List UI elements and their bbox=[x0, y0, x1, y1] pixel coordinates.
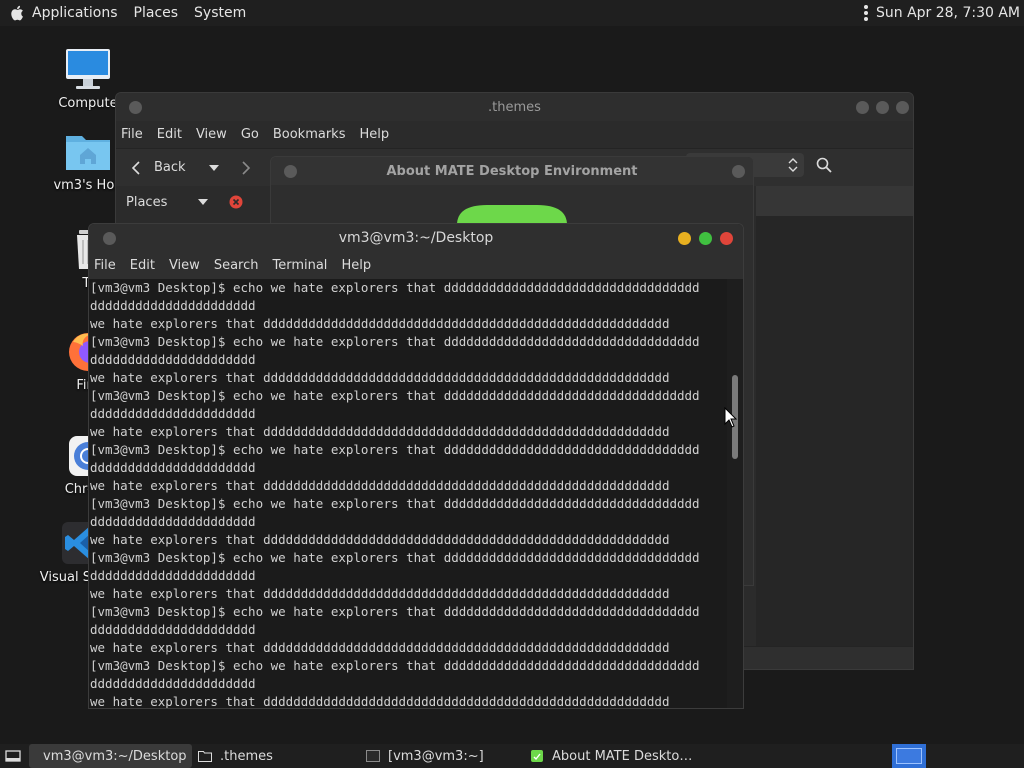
terminal-line: [vm3@vm3 Desktop]$ echo we hate explorer… bbox=[90, 442, 700, 457]
search-icon[interactable] bbox=[816, 157, 832, 173]
menu-search[interactable]: Search bbox=[214, 258, 259, 273]
titlebar[interactable]: vm3@vm3:~/Desktop bbox=[89, 224, 743, 252]
taskbar-item-label: .themes bbox=[220, 748, 273, 764]
taskbar-item-label: vm3@vm3:~/Desktop bbox=[43, 748, 187, 764]
window-title: About MATE Desktop Environment bbox=[386, 163, 638, 179]
menubar: File Edit View Go Bookmarks Help bbox=[116, 121, 913, 148]
terminal-line: dddddddddddddddddddddd bbox=[90, 568, 256, 583]
mouse-cursor-icon bbox=[724, 407, 738, 428]
maximize-button[interactable] bbox=[699, 232, 712, 245]
places-label[interactable]: Places bbox=[126, 195, 167, 210]
more-options-icon[interactable] bbox=[863, 5, 868, 21]
terminal-line: we hate explorers that ddddddddddddddddd… bbox=[90, 640, 670, 655]
workspace-1[interactable] bbox=[896, 748, 922, 764]
terminal-line: [vm3@vm3 Desktop]$ echo we hate explorer… bbox=[90, 334, 700, 349]
terminal-line: dddddddddddddddddddddd bbox=[90, 406, 256, 421]
spin-arrows-icon[interactable] bbox=[788, 157, 798, 173]
mate-logo-icon bbox=[457, 205, 567, 225]
top-panel: Applications Places System Sun Apr 28, 7… bbox=[0, 0, 1024, 26]
taskbar-item-terminal-desktop[interactable]: vm3@vm3:~/Desktop bbox=[29, 744, 192, 768]
window-menu-icon[interactable] bbox=[129, 101, 142, 114]
terminal-line: we hate explorers that ddddddddddddddddd… bbox=[90, 316, 670, 331]
terminal-line: [vm3@vm3 Desktop]$ echo we hate explorer… bbox=[90, 496, 700, 511]
terminal-line: we hate explorers that ddddddddddddddddd… bbox=[90, 424, 670, 439]
file-view-header bbox=[756, 186, 913, 216]
terminal-line: dddddddddddddddddddddd bbox=[90, 298, 256, 313]
terminal-line: [vm3@vm3 Desktop]$ echo we hate explorer… bbox=[90, 280, 700, 295]
menu-view[interactable]: View bbox=[196, 127, 227, 142]
close-button[interactable] bbox=[896, 101, 909, 114]
menu-view[interactable]: View bbox=[169, 258, 200, 273]
terminal-line: we hate explorers that ddddddddddddddddd… bbox=[90, 532, 670, 547]
menu-help[interactable]: Help bbox=[341, 258, 371, 273]
system-menu[interactable]: System bbox=[194, 5, 246, 21]
menu-file[interactable]: File bbox=[121, 127, 143, 142]
menubar: File Edit View Search Terminal Help bbox=[89, 252, 743, 279]
close-button[interactable] bbox=[720, 232, 733, 245]
titlebar[interactable]: About MATE Desktop Environment bbox=[271, 157, 753, 185]
minimize-button[interactable] bbox=[856, 101, 869, 114]
clock[interactable]: Sun Apr 28, 7:30 AM bbox=[876, 5, 1020, 21]
terminal-line: dddddddddddddddddddddd bbox=[90, 352, 256, 367]
window-menu-icon[interactable] bbox=[284, 165, 297, 178]
window-title: .themes bbox=[488, 99, 541, 115]
computer-icon bbox=[66, 49, 110, 89]
home-folder-icon bbox=[66, 136, 110, 170]
back-history-chevron-icon[interactable] bbox=[208, 164, 220, 172]
file-view[interactable] bbox=[756, 216, 913, 646]
minimize-button[interactable] bbox=[678, 232, 691, 245]
terminal-line: [vm3@vm3 Desktop]$ echo we hate explorer… bbox=[90, 604, 700, 619]
close-sidebar-icon[interactable] bbox=[229, 195, 243, 209]
menu-file[interactable]: File bbox=[94, 258, 116, 273]
menu-go[interactable]: Go bbox=[241, 127, 259, 142]
back-arrow-icon[interactable] bbox=[130, 160, 142, 176]
terminal-line: dddddddddddddddddddddd bbox=[90, 622, 256, 637]
taskbar-item-terminal-home[interactable]: [vm3@vm3:~] bbox=[360, 744, 524, 768]
taskbar-item-themes[interactable]: .themes bbox=[192, 744, 360, 768]
taskbar-item-label: About MATE Deskto… bbox=[552, 748, 693, 764]
terminal-icon bbox=[366, 750, 380, 762]
window-menu-icon[interactable] bbox=[103, 232, 116, 245]
workspace-switcher[interactable] bbox=[892, 744, 926, 768]
terminal-line: [vm3@vm3 Desktop]$ echo we hate explorer… bbox=[90, 658, 700, 673]
back-button[interactable]: Back bbox=[154, 160, 186, 175]
menu-edit[interactable]: Edit bbox=[157, 127, 182, 142]
terminal-line: dddddddddddddddddddddd bbox=[90, 514, 256, 529]
mate-icon bbox=[531, 750, 543, 762]
close-button[interactable] bbox=[732, 165, 745, 178]
places-menu[interactable]: Places bbox=[134, 5, 179, 21]
terminal-output[interactable]: [vm3@vm3 Desktop]$ echo we hate explorer… bbox=[89, 279, 729, 709]
places-dropdown-icon[interactable] bbox=[197, 198, 209, 206]
taskbar-item-about-mate[interactable]: About MATE Deskto… bbox=[524, 744, 724, 768]
menu-help[interactable]: Help bbox=[359, 127, 389, 142]
terminal-line: dddddddddddddddddddddd bbox=[90, 676, 256, 691]
menu-terminal[interactable]: Terminal bbox=[272, 258, 327, 273]
menu-edit[interactable]: Edit bbox=[130, 258, 155, 273]
terminal-line: we hate explorers that ddddddddddddddddd… bbox=[90, 586, 670, 601]
show-desktop-icon[interactable] bbox=[5, 750, 21, 762]
maximize-button[interactable] bbox=[876, 101, 889, 114]
apple-icon[interactable] bbox=[10, 5, 24, 21]
terminal-line: we hate explorers that ddddddddddddddddd… bbox=[90, 694, 670, 709]
terminal-line: [vm3@vm3 Desktop]$ echo we hate explorer… bbox=[90, 388, 700, 403]
terminal-window[interactable]: vm3@vm3:~/Desktop File Edit View Search … bbox=[88, 223, 744, 709]
terminal-line: [vm3@vm3 Desktop]$ echo we hate explorer… bbox=[90, 550, 700, 565]
terminal-line: dddddddddddddddddddddd bbox=[90, 460, 256, 475]
scrollbar[interactable] bbox=[727, 279, 743, 708]
titlebar[interactable]: .themes bbox=[116, 93, 913, 121]
bottom-panel: vm3@vm3:~/Desktop .themes [vm3@vm3:~] Ab… bbox=[0, 744, 1024, 768]
terminal-line: we hate explorers that ddddddddddddddddd… bbox=[90, 370, 670, 385]
terminal-line: we hate explorers that ddddddddddddddddd… bbox=[90, 478, 670, 493]
menu-bookmarks[interactable]: Bookmarks bbox=[273, 127, 346, 142]
window-title: vm3@vm3:~/Desktop bbox=[338, 230, 494, 246]
forward-arrow-icon[interactable] bbox=[240, 160, 252, 176]
folder-icon bbox=[198, 751, 212, 762]
taskbar-item-label: [vm3@vm3:~] bbox=[388, 748, 484, 764]
applications-menu[interactable]: Applications bbox=[32, 5, 118, 21]
